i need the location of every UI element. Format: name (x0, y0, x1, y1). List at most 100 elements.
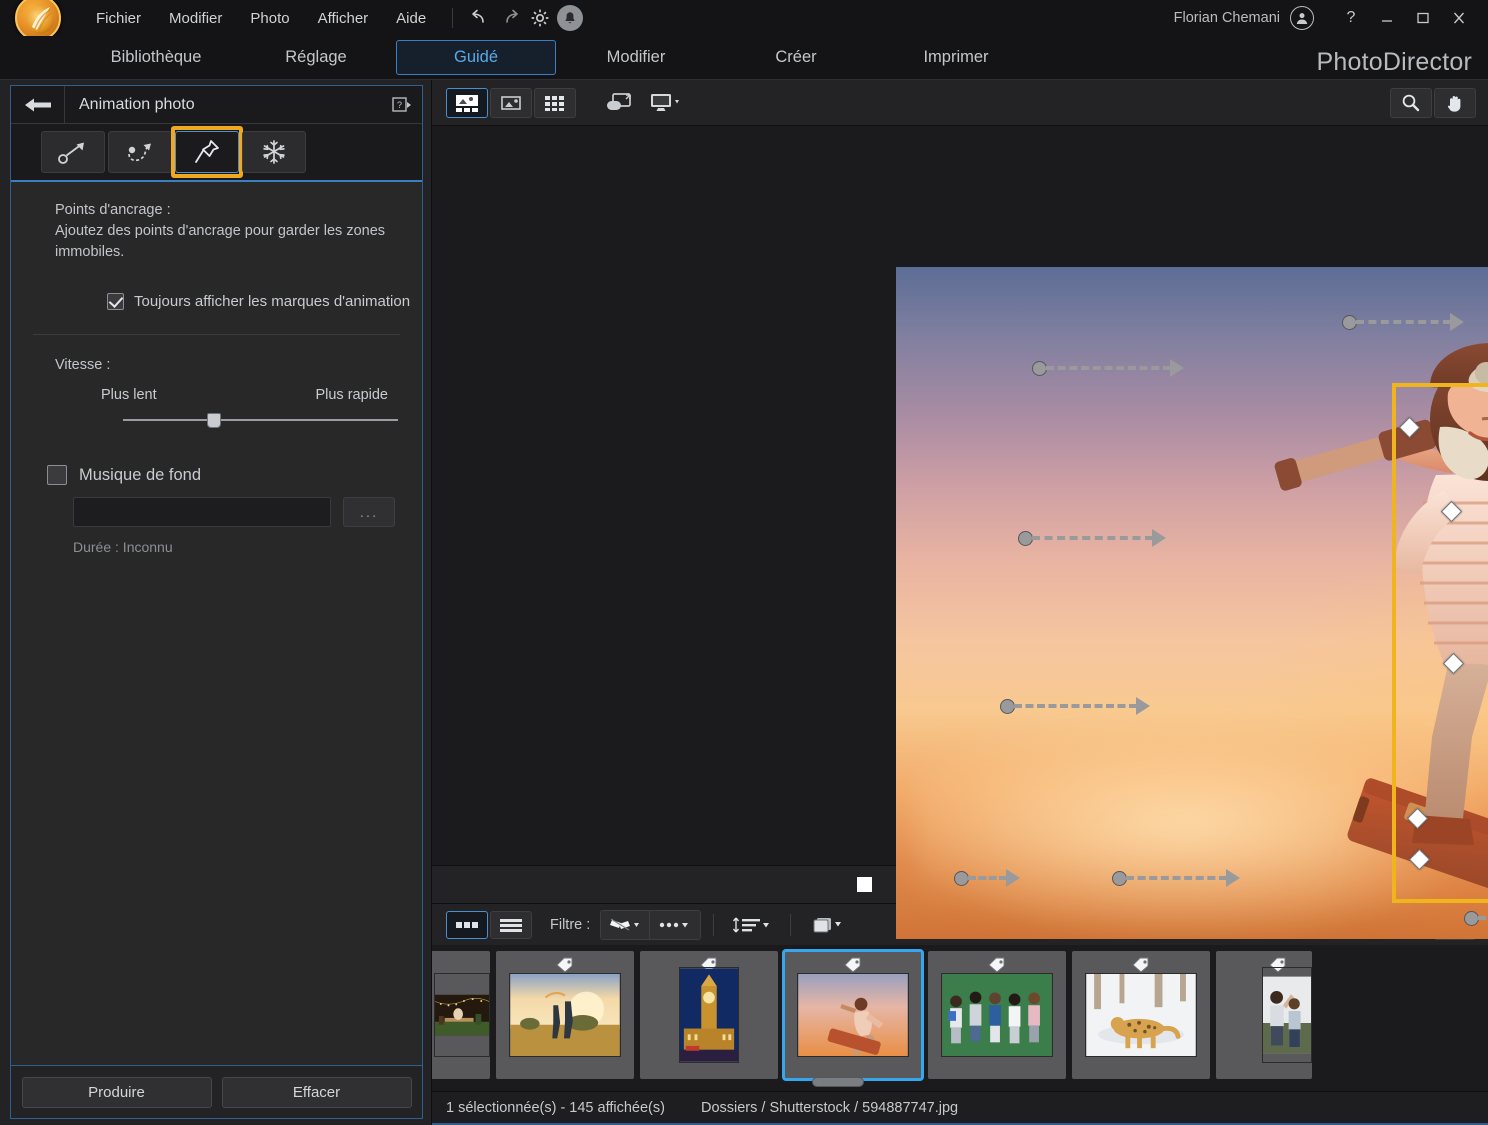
brand-title: PhotoDirector (1317, 48, 1472, 77)
tag-icon (555, 957, 575, 973)
list-item[interactable] (432, 951, 490, 1079)
background-music-checkbox[interactable] (47, 465, 67, 485)
tab-guide[interactable]: Guidé (396, 40, 556, 75)
help-button[interactable]: ? (1334, 3, 1368, 33)
filmstrip[interactable] (432, 945, 1488, 1091)
close-button[interactable] (1442, 3, 1476, 33)
app-logo (0, 0, 76, 41)
right-pane: Zoom : Adapter Filtre : (432, 80, 1488, 1125)
user-name: Florian Chemani (1174, 10, 1280, 26)
music-browse-button[interactable]: ... (343, 497, 395, 527)
main-body: Animation photo ? (0, 80, 1488, 1125)
stack-group-icon[interactable] (803, 911, 851, 939)
anchor-pin-tool[interactable] (175, 131, 239, 173)
motion-arrow-tool[interactable] (41, 131, 105, 173)
tab-reglage[interactable]: Réglage (236, 41, 396, 74)
filter-group (600, 910, 701, 940)
filmstrip-scrollbar[interactable] (432, 1077, 1488, 1089)
toolbar-divider (790, 914, 791, 936)
speed-slider-knob[interactable] (207, 413, 221, 428)
freeze-snowflake-tool[interactable] (242, 131, 306, 173)
subject-illustration (896, 267, 1488, 939)
flag-filter-icon[interactable] (601, 911, 649, 939)
motion-arrow[interactable] (1342, 312, 1464, 332)
big-ben-thumbnail (679, 967, 739, 1063)
view-mode-group (446, 88, 576, 118)
back-arrow-icon[interactable] (11, 86, 65, 123)
undo-icon[interactable] (465, 4, 495, 32)
filmstrip-scroll-thumb[interactable] (812, 1077, 864, 1087)
motion-arrow[interactable] (954, 868, 1020, 888)
list-item[interactable] (1072, 951, 1210, 1079)
tab-creer[interactable]: Créer (716, 41, 876, 74)
thumbnail-view-icon[interactable] (446, 911, 488, 939)
list-item[interactable] (640, 951, 778, 1079)
boy-suitcase-sky-thumbnail (797, 973, 909, 1057)
photodirector-window: Fichier Modifier Photo Afficher Aide (0, 0, 1488, 1125)
single-photo-view-icon[interactable] (490, 88, 532, 118)
display-mode-icon[interactable] (640, 88, 692, 118)
menu-aide[interactable]: Aide (382, 4, 440, 33)
filter-label: Filtre : (550, 917, 590, 933)
music-path-input[interactable] (73, 497, 331, 527)
svg-text:?: ? (397, 100, 402, 110)
curved-motion-tool[interactable] (108, 131, 172, 173)
filmstrip-view-icon[interactable] (446, 88, 488, 118)
redo-icon[interactable] (495, 4, 525, 32)
motion-arrow[interactable] (1032, 358, 1184, 378)
panel-title: Animation photo (79, 96, 195, 114)
music-duration: Durée : Inconnu (73, 539, 422, 555)
speed-slider[interactable] (123, 411, 398, 429)
kids-outdoors-thumbnail (1262, 967, 1312, 1063)
magnifier-icon[interactable] (1390, 88, 1432, 118)
user-avatar-icon[interactable] (1290, 6, 1314, 30)
menu-modifier[interactable]: Modifier (155, 4, 236, 33)
title-bar: Fichier Modifier Photo Afficher Aide (0, 0, 1488, 36)
background-music-row[interactable]: Musique de fond (47, 465, 422, 485)
motion-arrow[interactable] (1464, 908, 1488, 928)
motion-arrow[interactable] (1000, 696, 1150, 716)
sort-order-icon[interactable] (726, 911, 778, 939)
motion-arrow[interactable] (1018, 528, 1166, 548)
menu-bar: Fichier Modifier Photo Afficher Aide (82, 4, 440, 33)
produce-button[interactable]: Produire (22, 1077, 212, 1108)
canvas-toolbar (432, 80, 1488, 126)
maximize-button[interactable] (1406, 3, 1440, 33)
notification-bell-icon[interactable] (555, 4, 585, 32)
tab-bibliotheque[interactable]: Bibliothèque (76, 41, 236, 74)
tool-description: Points d'ancrage : Ajoutez des points d'… (11, 200, 422, 263)
photodirector-logo-icon (28, 5, 54, 33)
grid-view-icon[interactable] (534, 88, 576, 118)
canvas-tools (1390, 88, 1476, 118)
tab-imprimer[interactable]: Imprimer (876, 41, 1036, 74)
rating-dots-icon[interactable] (649, 911, 700, 939)
menu-afficher[interactable]: Afficher (304, 4, 383, 33)
panel-content: Points d'ancrage : Ajoutez des points d'… (11, 182, 422, 1065)
list-item[interactable] (928, 951, 1066, 1079)
speed-label: Vitesse : (55, 357, 422, 373)
photo-canvas[interactable] (432, 126, 1488, 865)
menu-photo[interactable]: Photo (236, 4, 303, 33)
nav-tabs: Bibliothèque Réglage Guidé Modifier Crée… (76, 40, 1036, 75)
show-marks-row[interactable]: Toujours afficher les marques d'animatio… (107, 293, 422, 310)
clear-button[interactable]: Effacer (222, 1077, 412, 1108)
help-tooltip-icon[interactable]: ? (392, 97, 412, 113)
minimize-button[interactable] (1370, 3, 1404, 33)
motion-arrow[interactable] (1112, 868, 1240, 888)
tab-modifier[interactable]: Modifier (556, 41, 716, 74)
hand-pan-icon[interactable] (1434, 88, 1476, 118)
list-item[interactable] (1216, 951, 1312, 1079)
speed-max-label: Plus rapide (315, 387, 388, 403)
show-marks-checkbox[interactable] (107, 293, 124, 310)
list-view-icon[interactable] (490, 911, 532, 939)
description-title: Points d'ancrage : (55, 200, 388, 221)
toolbar-divider (452, 8, 453, 28)
menu-fichier[interactable]: Fichier (82, 4, 155, 33)
list-item[interactable] (496, 951, 634, 1079)
stop-preview-button[interactable] (857, 877, 872, 892)
compare-view-icon[interactable] (598, 88, 640, 118)
speed-range-labels: Plus lent Plus rapide (101, 387, 388, 403)
file-path: Dossiers / Shutterstock / 594887747.jpg (701, 1100, 958, 1116)
list-item[interactable] (784, 951, 922, 1079)
gear-icon[interactable] (525, 4, 555, 32)
